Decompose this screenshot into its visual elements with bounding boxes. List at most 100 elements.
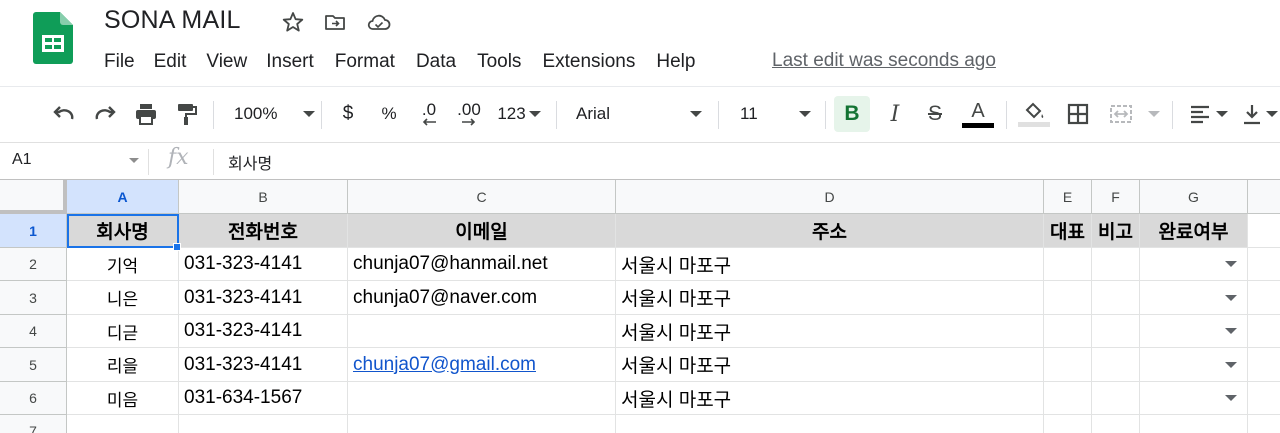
cell-a3[interactable]: 니은	[67, 281, 179, 315]
cell-e7[interactable]	[1044, 415, 1092, 433]
undo-icon[interactable]	[48, 98, 80, 130]
cell-h3[interactable]	[1248, 281, 1280, 315]
cell-f3[interactable]	[1092, 281, 1140, 315]
cell-e2[interactable]	[1044, 248, 1092, 281]
menu-edit[interactable]: Edit	[154, 51, 187, 73]
horizontal-align-button[interactable]	[1184, 98, 1232, 130]
currency-format-button[interactable]: $	[338, 98, 358, 130]
cell-c2[interactable]: chunja07@hanmail.net	[348, 248, 616, 281]
name-box[interactable]: A1	[12, 151, 32, 169]
cell-h5[interactable]	[1248, 348, 1280, 382]
cell-h6[interactable]	[1248, 382, 1280, 415]
cell-c1[interactable]: 이메일	[348, 214, 616, 248]
cell-b2[interactable]: 031-323-4141	[179, 248, 348, 281]
column-header-h[interactable]	[1248, 180, 1280, 214]
select-all-corner[interactable]	[0, 180, 67, 214]
menu-format[interactable]: Format	[335, 51, 395, 73]
cell-h2[interactable]	[1248, 248, 1280, 281]
cell-d6[interactable]: 서울시 마포구	[616, 382, 1044, 415]
cell-d2[interactable]: 서울시 마포구	[616, 248, 1044, 281]
cell-b1[interactable]: 전화번호	[179, 214, 348, 248]
row-header-4[interactable]: 4	[0, 315, 67, 348]
cell-c5-email-link[interactable]: chunja07@gmail.com	[348, 348, 616, 382]
cell-h4[interactable]	[1248, 315, 1280, 348]
font-size-select[interactable]: 11	[740, 98, 816, 130]
cell-g7[interactable]	[1140, 415, 1248, 433]
move-folder-icon[interactable]	[322, 9, 348, 35]
more-formats-button[interactable]: 123	[494, 98, 544, 130]
cell-b5[interactable]: 031-323-4141	[179, 348, 348, 382]
menu-data[interactable]: Data	[416, 51, 456, 73]
cell-a5[interactable]: 리을	[67, 348, 179, 382]
increase-decimal-button[interactable]: .00	[452, 98, 486, 130]
row-header-2[interactable]: 2	[0, 248, 67, 281]
cell-f5[interactable]	[1092, 348, 1140, 382]
row-header-6[interactable]: 6	[0, 382, 67, 415]
cell-g3-dropdown[interactable]	[1140, 281, 1248, 315]
paint-format-icon[interactable]	[171, 98, 203, 130]
fill-handle[interactable]	[173, 243, 181, 251]
last-edit-link[interactable]: Last edit was seconds ago	[772, 50, 996, 72]
menu-tools[interactable]: Tools	[477, 51, 521, 73]
cell-e1[interactable]: 대표	[1044, 214, 1092, 248]
font-family-select[interactable]: Arial	[576, 98, 706, 130]
fill-color-button[interactable]	[1016, 98, 1052, 130]
borders-icon[interactable]	[1062, 98, 1094, 130]
row-header-5[interactable]: 5	[0, 348, 67, 382]
cell-g1[interactable]: 완료여부	[1140, 214, 1248, 248]
cell-d4[interactable]: 서울시 마포구	[616, 315, 1044, 348]
strikethrough-button[interactable]: S	[920, 98, 950, 130]
cell-a6[interactable]: 미음	[67, 382, 179, 415]
cell-c4[interactable]	[348, 315, 616, 348]
cell-d3[interactable]: 서울시 마포구	[616, 281, 1044, 315]
column-header-g[interactable]: G	[1140, 180, 1248, 214]
column-header-b[interactable]: B	[179, 180, 348, 214]
cell-d5[interactable]: 서울시 마포구	[616, 348, 1044, 382]
dropdown-arrow-icon[interactable]	[1225, 294, 1237, 301]
star-icon[interactable]	[280, 9, 306, 35]
cell-b3[interactable]: 031-323-4141	[179, 281, 348, 315]
italic-button[interactable]: I	[880, 98, 910, 130]
cell-b6[interactable]: 031-634-1567	[179, 382, 348, 415]
cell-f4[interactable]	[1092, 315, 1140, 348]
cell-a1[interactable]: 회사명	[67, 214, 179, 248]
bold-button[interactable]: B	[834, 96, 870, 132]
menu-view[interactable]: View	[206, 51, 247, 73]
cell-c3[interactable]: chunja07@naver.com	[348, 281, 616, 315]
dropdown-arrow-icon[interactable]	[1225, 328, 1237, 334]
cell-g6-dropdown[interactable]	[1140, 382, 1248, 415]
cell-c7[interactable]	[348, 415, 616, 433]
cell-f1[interactable]: 비고	[1092, 214, 1140, 248]
dropdown-arrow-icon[interactable]	[1225, 261, 1237, 267]
percent-format-button[interactable]: %	[378, 98, 400, 130]
dropdown-arrow-icon[interactable]	[1225, 361, 1237, 368]
cloud-saved-icon[interactable]	[366, 9, 392, 35]
row-header-3[interactable]: 3	[0, 281, 67, 315]
cell-b4[interactable]: 031-323-4141	[179, 315, 348, 348]
cell-a2[interactable]: 기억	[67, 248, 179, 281]
menu-extensions[interactable]: Extensions	[542, 51, 635, 73]
sheets-logo-icon[interactable]	[33, 12, 73, 64]
menu-help[interactable]: Help	[656, 51, 695, 73]
formula-input[interactable]: 회사명	[228, 150, 272, 174]
row-header-7[interactable]: 7	[0, 415, 67, 433]
cell-a7[interactable]	[67, 415, 179, 433]
column-header-d[interactable]: D	[616, 180, 1044, 214]
merge-cells-button[interactable]	[1104, 98, 1164, 130]
cell-h7[interactable]	[1248, 415, 1280, 433]
cell-b7[interactable]	[179, 415, 348, 433]
row-header-1[interactable]: 1	[0, 214, 67, 248]
zoom-select[interactable]: 100%	[234, 98, 316, 130]
decrease-decimal-button[interactable]: .0	[414, 98, 444, 130]
column-header-a[interactable]: A	[67, 180, 179, 214]
redo-icon[interactable]	[89, 98, 121, 130]
text-color-button[interactable]: A	[960, 98, 996, 130]
chevron-down-icon[interactable]	[129, 158, 139, 163]
cell-e5[interactable]	[1044, 348, 1092, 382]
cell-e3[interactable]	[1044, 281, 1092, 315]
vertical-align-button[interactable]	[1242, 98, 1280, 130]
print-icon[interactable]	[130, 98, 162, 130]
cell-g5-dropdown[interactable]	[1140, 348, 1248, 382]
cell-f6[interactable]	[1092, 382, 1140, 415]
cell-d7[interactable]	[616, 415, 1044, 433]
